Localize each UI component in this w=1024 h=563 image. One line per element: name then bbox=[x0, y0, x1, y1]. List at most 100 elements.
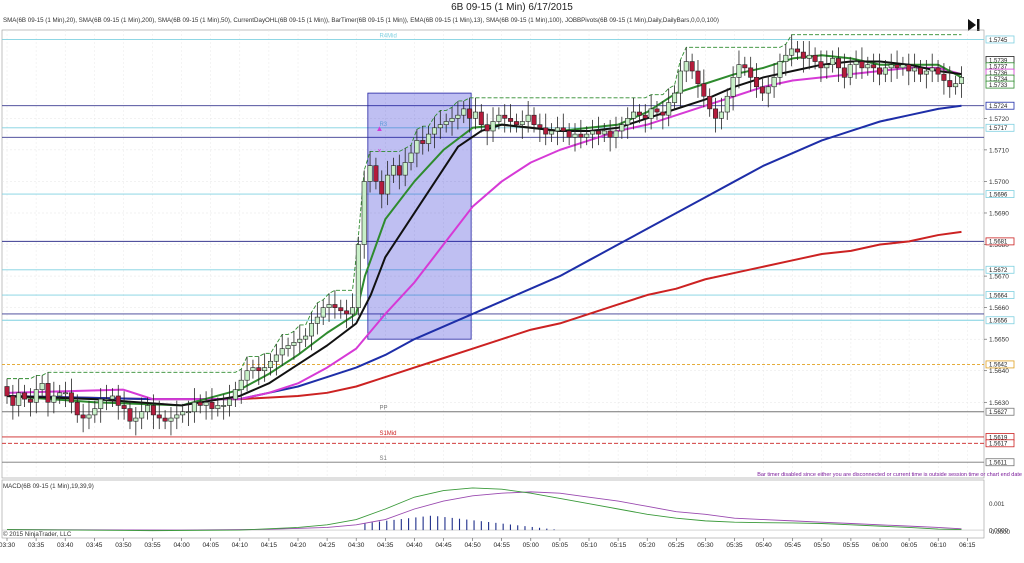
candle-up bbox=[63, 392, 69, 395]
candle-down bbox=[197, 401, 203, 406]
candle-down bbox=[478, 111, 484, 125]
candle-up bbox=[824, 64, 830, 69]
candle-up bbox=[777, 61, 783, 78]
y-tick-label: 1.5710 bbox=[989, 147, 1009, 154]
y-tick-label: 1.5720 bbox=[989, 116, 1009, 123]
candle-up bbox=[572, 133, 578, 138]
candle-down bbox=[713, 108, 719, 119]
candle-down bbox=[150, 405, 156, 416]
candle-down bbox=[754, 77, 760, 88]
candle-up bbox=[174, 414, 180, 419]
x-tick-label: 06:05 bbox=[901, 542, 918, 549]
macd-tick-label: -0.0000 bbox=[989, 529, 1011, 536]
candle-up bbox=[414, 140, 420, 154]
x-tick-label: 04:00 bbox=[173, 542, 190, 549]
candle-down bbox=[689, 61, 695, 72]
x-tick-label: 06:10 bbox=[930, 542, 947, 549]
candle-down bbox=[871, 64, 877, 69]
candle-up bbox=[718, 111, 724, 119]
candle-up bbox=[297, 338, 303, 343]
candle-up bbox=[830, 58, 836, 66]
candle-up bbox=[104, 398, 110, 401]
candle-up bbox=[244, 370, 250, 381]
candle-up bbox=[221, 405, 227, 407]
candle-down bbox=[742, 64, 748, 69]
x-tick-label: 04:10 bbox=[232, 542, 249, 549]
candle-down bbox=[373, 165, 379, 182]
candle-up bbox=[279, 348, 285, 356]
candle-up bbox=[554, 127, 560, 132]
candle-up bbox=[929, 67, 935, 72]
candle-down bbox=[560, 127, 566, 132]
candle-up bbox=[145, 405, 151, 413]
candle-down bbox=[894, 64, 900, 69]
candle-up bbox=[443, 121, 449, 125]
candle-up bbox=[168, 417, 174, 422]
candle-up bbox=[385, 174, 391, 195]
candle-up bbox=[449, 118, 455, 122]
x-tick-label: 05:55 bbox=[843, 542, 860, 549]
candle-up bbox=[923, 70, 929, 75]
candle-up bbox=[431, 127, 437, 135]
x-tick-label: 05:10 bbox=[581, 542, 598, 549]
price-tag-label: 1.5681 bbox=[989, 240, 1008, 246]
level-label-S1: S1 bbox=[379, 456, 387, 462]
candle-down bbox=[748, 67, 754, 78]
x-tick-label: 04:55 bbox=[494, 542, 511, 549]
candle-down bbox=[543, 127, 549, 135]
x-tick-label: 03:30 bbox=[0, 542, 16, 549]
candle-up bbox=[426, 133, 432, 144]
candle-down bbox=[80, 414, 86, 419]
level-label-R4Mid: R4Mid bbox=[379, 33, 396, 39]
candle-up bbox=[139, 411, 145, 419]
candle-up bbox=[601, 130, 607, 135]
candle-down bbox=[531, 114, 537, 125]
candle-down bbox=[115, 395, 121, 406]
candle-up bbox=[320, 307, 326, 318]
candle-up bbox=[326, 304, 332, 308]
candle-down bbox=[127, 408, 133, 422]
candle-up bbox=[853, 61, 859, 66]
candle-up bbox=[349, 307, 355, 315]
chart: 6B 09-15 (1 Min) 6/17/2015 SMA(6B 09-15 … bbox=[0, 0, 1024, 563]
candle-down bbox=[595, 130, 601, 135]
candle-up bbox=[285, 345, 291, 349]
candle-down bbox=[344, 310, 350, 315]
candle-down bbox=[859, 61, 865, 69]
price-tag-label: 1.5611 bbox=[989, 461, 1008, 467]
candle-up bbox=[51, 395, 57, 403]
candle-down bbox=[654, 108, 660, 113]
bar-timer-message: Bar timer disabled since either you are … bbox=[757, 472, 1022, 478]
candle-up bbox=[882, 67, 888, 75]
candle-down bbox=[379, 181, 385, 195]
price-tag-label: 1.5696 bbox=[989, 192, 1008, 198]
y-tick-label: 1.5650 bbox=[989, 337, 1009, 344]
candle-up bbox=[789, 48, 795, 56]
candle-down bbox=[68, 392, 74, 403]
candle-up bbox=[771, 77, 777, 88]
candle-down bbox=[947, 80, 953, 88]
x-tick-label: 06:00 bbox=[872, 542, 889, 549]
x-tick-label: 04:40 bbox=[406, 542, 423, 549]
price-tag-label: 1.5672 bbox=[989, 268, 1008, 274]
candle-up bbox=[472, 111, 478, 119]
candle-up bbox=[262, 367, 268, 372]
candle-down bbox=[941, 73, 947, 81]
candle-down bbox=[642, 114, 648, 119]
candle-up bbox=[847, 64, 853, 78]
candle-up bbox=[584, 133, 590, 138]
indicators-label: SMA(6B 09-15 (1 Min),20), SMA(6B 09-15 (… bbox=[3, 17, 719, 24]
price-tag-label: 1.5745 bbox=[989, 38, 1008, 44]
candle-up bbox=[186, 411, 192, 414]
candle-up bbox=[455, 114, 461, 119]
x-tick-label: 05:05 bbox=[552, 542, 569, 549]
x-tick-label: 04:35 bbox=[377, 542, 394, 549]
candle-down bbox=[338, 307, 344, 312]
candle-down bbox=[396, 165, 402, 176]
candle-down bbox=[4, 386, 10, 397]
candle-up bbox=[390, 165, 396, 176]
candle-up bbox=[783, 54, 789, 62]
candle-up bbox=[402, 162, 408, 176]
candle-up bbox=[92, 408, 98, 416]
candle-up bbox=[367, 165, 373, 182]
